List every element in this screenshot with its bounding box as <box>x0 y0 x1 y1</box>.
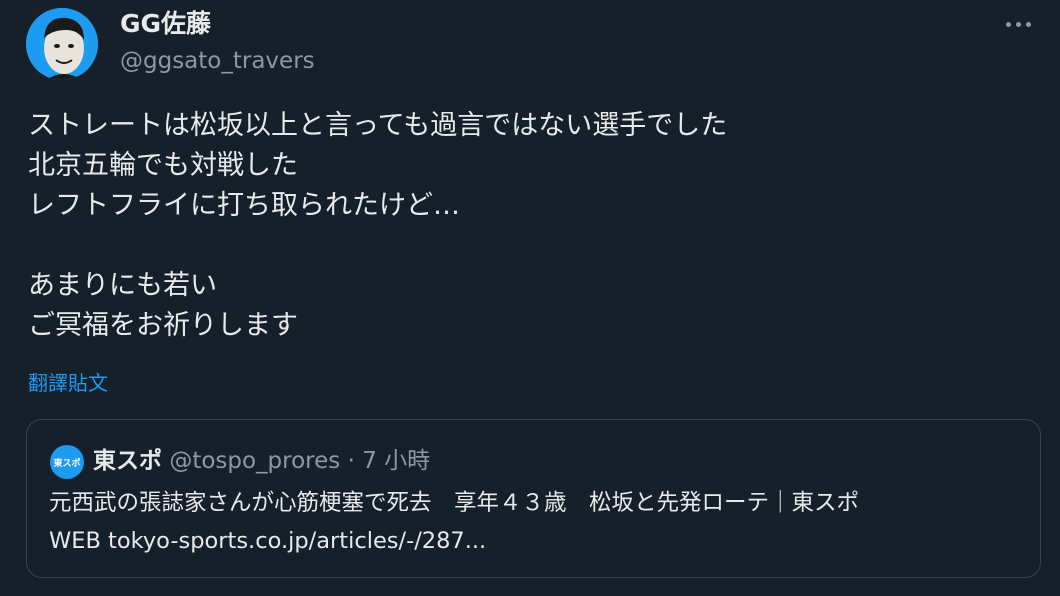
quote-separator: · <box>347 448 355 474</box>
tweet-text-line: 北京五輪でも対戦した <box>28 150 298 181</box>
author-display-name[interactable]: GG佐藤 <box>120 8 211 40</box>
more-horizontal-icon <box>1025 21 1031 27</box>
quote-timestamp[interactable]: 7 小時 <box>362 448 430 474</box>
more-horizontal-icon <box>1005 21 1011 27</box>
quote-text: 元西武の張誌家さんが心筋梗塞で死去 享年４３歳 松坂と先発ローテ｜東スポ WEB… <box>49 484 1029 560</box>
quote-text-line: WEB tokyo-sports.co.jp/articles/-/287... <box>49 528 487 554</box>
more-horizontal-icon <box>1015 21 1021 27</box>
more-options-button[interactable] <box>996 8 1040 40</box>
tospo-avatar-label: 東スポ <box>53 458 81 469</box>
quote-author-name[interactable]: 東スポ <box>93 448 162 474</box>
tweet-text-line: ご冥福をお祈りします <box>28 310 298 341</box>
quote-header: 東スポ @tospo_prores · 7 小時 <box>93 444 430 478</box>
quote-author-handle[interactable]: @tospo_prores <box>169 448 340 474</box>
tospo-avatar-icon[interactable]: 東スポ <box>50 445 84 479</box>
tweet-text-line: ストレートは松坂以上と言っても過言ではない選手でした <box>28 110 728 141</box>
translate-post-link[interactable]: 翻譯貼文 <box>28 369 108 397</box>
author-handle[interactable]: @ggsato_travers <box>120 46 315 76</box>
user-avatar-icon[interactable] <box>26 8 98 80</box>
tweet-container: GG佐藤 @ggsato_travers ストレートは松坂以上と言っても過言では… <box>0 0 1060 596</box>
tweet-text-line: レフトフライに打ち取られたけど… <box>28 190 460 221</box>
tweet-text-line <box>28 226 1028 266</box>
tweet-text-line: あまりにも若い <box>28 270 217 301</box>
quote-text-line: 元西武の張誌家さんが心筋梗塞で死去 享年４３歳 松坂と先発ローテ｜東スポ <box>49 490 860 516</box>
tweet-text: ストレートは松坂以上と言っても過言ではない選手でした 北京五輪でも対戦した レフ… <box>28 106 1028 346</box>
quote-tweet-card[interactable]: 東スポ 東スポ @tospo_prores · 7 小時 元西武の張誌家さんが心… <box>26 419 1041 578</box>
